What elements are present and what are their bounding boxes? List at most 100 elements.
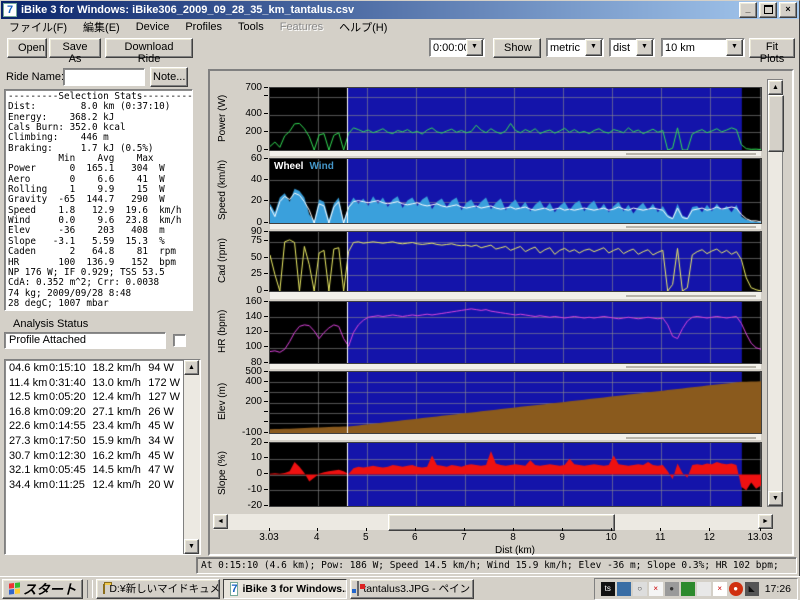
plot-separator[interactable] [270,364,761,369]
hr-tick-label: 160 [245,295,268,307]
power-y-axis: 0200400700 [210,87,268,149]
scroll-down-icon[interactable]: ▼ [184,539,199,554]
menu-item-1[interactable]: 編集(E) [75,18,128,36]
menu-item-4[interactable]: Tools [230,20,272,34]
power-tick-label: 200 [245,125,268,137]
download-ride-button[interactable]: Download Ride [105,38,193,58]
plot-separator[interactable] [270,292,761,299]
plot-separator[interactable] [270,224,761,229]
interval-row[interactable]: 34.4 km0:11:2512.4 km/h20 W [5,478,183,493]
cad-y-axis: 025507590 [210,231,268,290]
interval-row[interactable]: 22.6 km0:14:5523.4 km/h45 W [5,419,183,434]
analysis-status-checkbox[interactable] [173,334,186,347]
interval-row[interactable]: 11.4 km0:31:4013.0 km/h172 W [5,376,183,391]
scroll-left-icon[interactable]: ◄ [213,514,228,529]
x-tick-label: 9 [540,532,584,543]
monitor-error-icon[interactable]: × [649,582,663,596]
mouse-icon[interactable] [697,582,711,596]
interval-row[interactable]: 04.6 km0:15:1018.2 km/h94 W [5,361,183,376]
scroll-up-icon[interactable]: ▲ [768,80,783,95]
interval-list[interactable]: 04.6 km0:15:1018.2 km/h94 W11.4 km0:31:4… [4,359,201,555]
speed-legend: WheelWind [274,161,340,172]
charts-horizontal-scrollbar[interactable]: ◄ ► [213,514,773,530]
menu-item-2[interactable]: Device [128,20,178,34]
menu-item-3[interactable]: Profiles [177,20,230,34]
range-combobox[interactable]: 10 km ▼ [661,38,745,57]
hr-tick-label: 140 [245,310,268,322]
ride-name-input[interactable] [63,68,145,86]
scroll-up-icon[interactable]: ▲ [184,360,199,375]
selection-stats-box[interactable]: ---------Selection Stats--------- Dist: … [4,89,193,311]
minimize-button[interactable]: _ [739,2,757,18]
interval-cell: 22.6 km [9,419,49,434]
power-plot[interactable] [269,87,762,151]
chart-row-speed: Speed (km/h)0204060WheelWind [210,158,796,222]
display-settings-icon[interactable] [617,582,631,596]
menu-item-6[interactable]: ヘルプ(H) [331,18,395,36]
open-button[interactable]: Open [7,38,47,58]
show-button[interactable]: Show [493,38,541,58]
antivirus-icon[interactable]: ● [729,582,743,596]
interval-cell: 45 W [148,449,183,464]
interval-row[interactable]: 32.1 km0:05:4514.5 km/h47 W [5,463,183,478]
chevron-down-icon[interactable]: ▼ [636,39,653,56]
system-tray: ts○×●×●◣ 17:26 [594,578,798,600]
task-button-folder[interactable]: D:¥新しいマイドキュメント¥... [96,579,220,599]
save-as-button[interactable]: Save As [49,38,101,58]
close-button[interactable]: × [779,2,797,18]
elev-y-axis: -100200400500 [210,371,268,432]
chevron-down-icon[interactable]: ▼ [585,39,602,56]
slope-plot[interactable] [269,442,762,507]
triangle-icon[interactable]: ◣ [745,582,759,596]
task-label: iBike 3 for Windows... [242,583,347,595]
time-combobox[interactable]: 0:00:00 ▼ [429,38,485,57]
menu-item-0[interactable]: ファイル(F) [1,18,75,36]
units-combobox[interactable]: metric ▼ [546,38,604,57]
interval-cell: 13.0 km/h [93,376,149,391]
interval-row[interactable]: 12.5 km0:05:2012.4 km/h127 W [5,390,183,405]
ts-icon[interactable]: ts [601,582,615,596]
search-icon[interactable]: ○ [633,582,647,596]
legend-wind: Wind [309,161,333,172]
task-button-paint[interactable]: tantalus3.JPG - ペイント [350,579,474,599]
interval-cell: 0:15:10 [49,361,93,376]
green-utility-icon[interactable] [681,582,695,596]
charts-vertical-scrollbar[interactable]: ▲ ▼ [767,79,783,507]
interval-rows: 04.6 km0:15:1018.2 km/h94 W11.4 km0:31:4… [5,361,183,492]
horizontal-scroll-thumb[interactable] [388,514,615,531]
interval-cell: 0:05:20 [49,390,93,405]
interval-row[interactable]: 30.7 km0:12:3016.2 km/h45 W [5,449,183,464]
titlebar[interactable]: iBike 3 for Windows: iBike306_2009_09_28… [1,1,799,19]
x-axis-ticks: 3.0345678910111213.03 [210,532,792,546]
note-button[interactable]: Note... [150,67,188,87]
scroll-down-icon[interactable]: ▼ [768,491,783,506]
slope-y-axis: -20-1001020 [210,442,268,505]
vertical-scroll-thumb[interactable] [768,95,784,152]
scroll-right-icon[interactable]: ► [758,514,773,529]
interval-cell: 18.2 km/h [93,361,149,376]
chevron-down-icon[interactable]: ▼ [466,39,483,56]
interval-list-scrollbar[interactable]: ▲ ▼ [183,360,200,554]
chevron-down-icon[interactable]: ▼ [726,39,743,56]
cad-plot[interactable] [269,231,762,292]
elev-plot[interactable] [269,371,762,434]
fit-plots-button[interactable]: Fit Plots [749,38,795,58]
start-button[interactable]: スタート [2,579,83,599]
speed-plot[interactable] [269,158,762,224]
interval-row[interactable]: 16.8 km0:09:2027.1 km/h26 W [5,405,183,420]
hr-plot[interactable] [269,301,762,364]
power-tick-label: 400 [245,108,268,120]
speed-tick-label: 40 [251,173,268,185]
network-error-icon[interactable]: × [713,582,727,596]
plot-separator[interactable] [270,434,761,440]
mode-combobox[interactable]: dist ▼ [609,38,655,57]
interval-cell: 34.4 km [9,478,49,493]
restore-button[interactable] [759,2,777,18]
x-tick-label: 10 [589,532,633,543]
volume-icon[interactable]: ● [665,582,679,596]
interval-row[interactable]: 27.3 km0:17:5015.9 km/h34 W [5,434,183,449]
plot-separator[interactable] [270,151,761,156]
task-button-ibike[interactable]: iBike 3 for Windows... [223,579,347,599]
horizontal-scroll-track[interactable] [228,514,758,530]
x-axis-label: Dist (km) [485,545,545,556]
